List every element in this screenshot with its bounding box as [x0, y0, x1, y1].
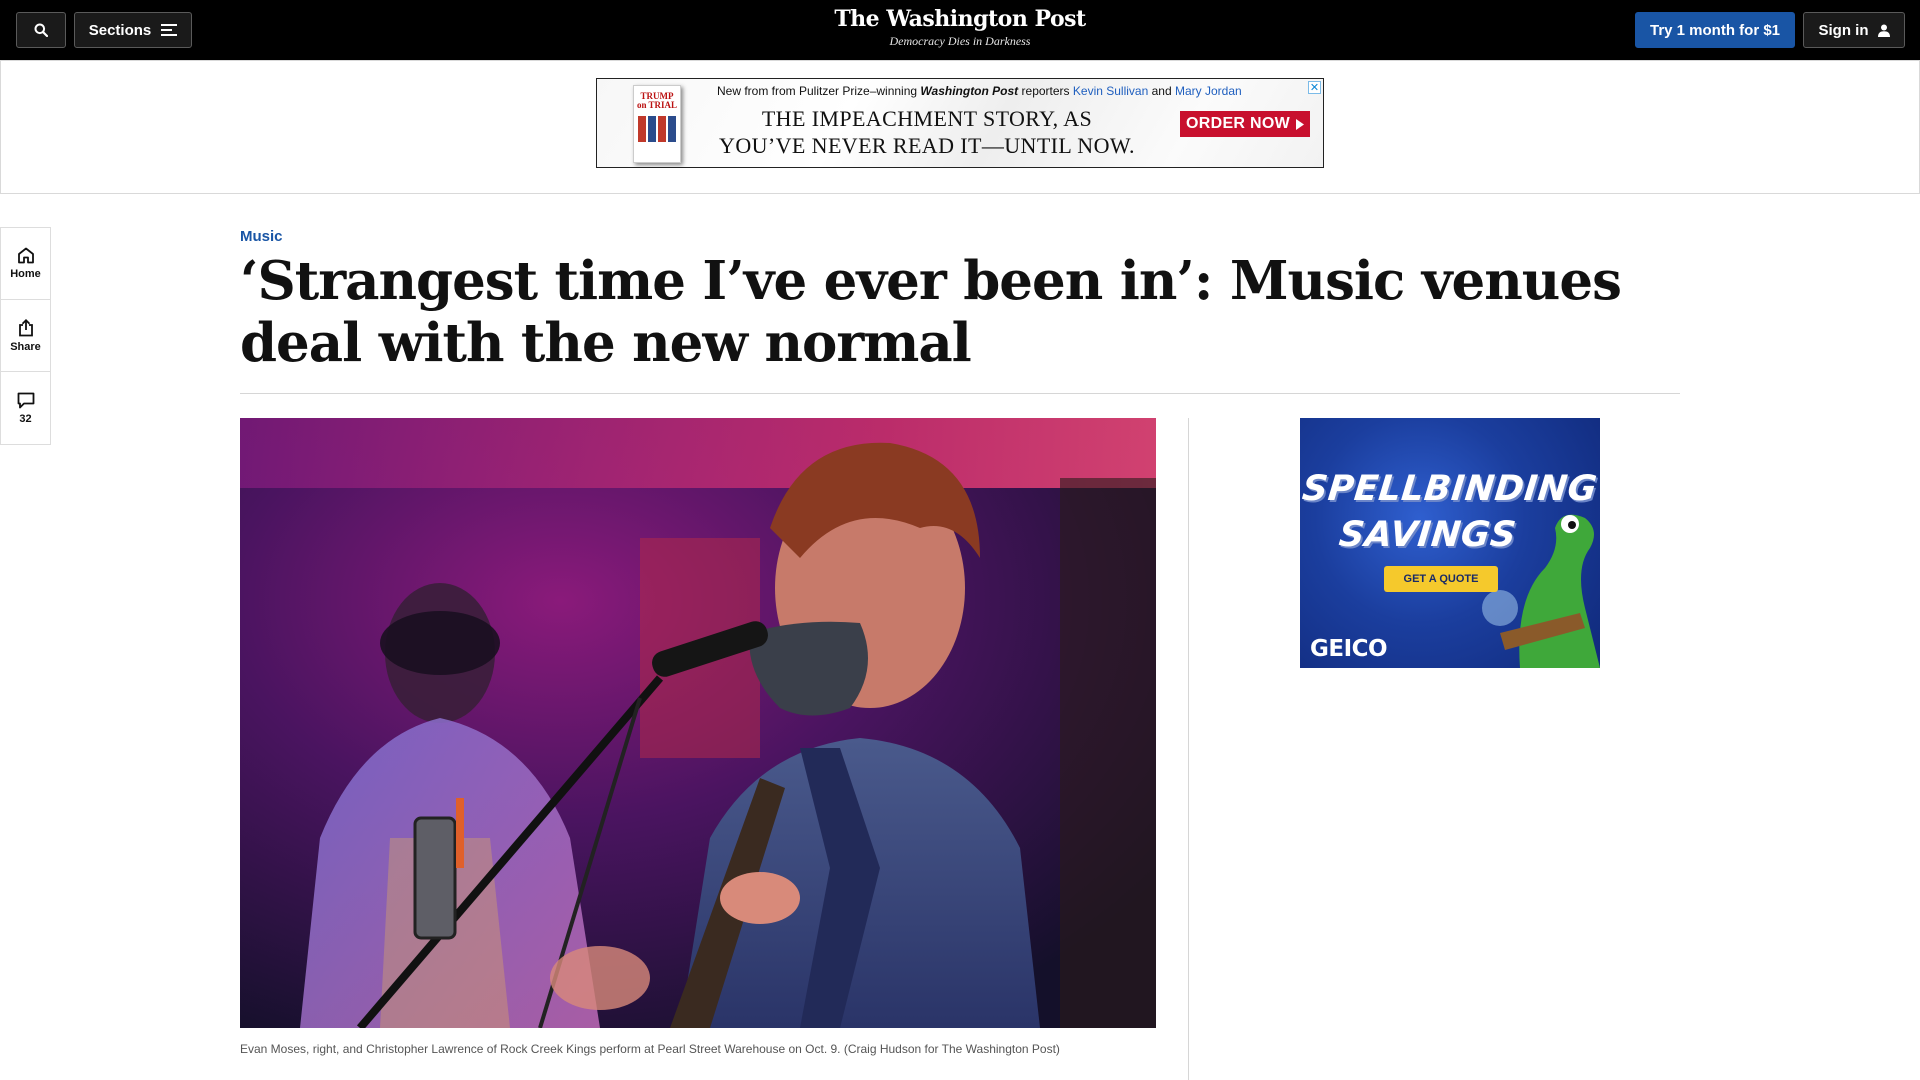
sections-label: Sections — [88, 21, 152, 39]
column-divider — [1188, 418, 1189, 1080]
share-label: Share — [10, 340, 41, 353]
side-ad-headline-line-2: SAVINGS — [1337, 515, 1519, 555]
headline-divider — [240, 393, 1680, 394]
home-label: Home — [10, 268, 41, 280]
play-arrow-icon — [1296, 118, 1305, 130]
site-tagline: Democracy Dies in Darkness — [889, 34, 1031, 48]
sign-in-button[interactable]: Sign in — [1803, 12, 1905, 48]
ad-promo-and: and — [1151, 84, 1172, 98]
home-icon — [17, 247, 34, 264]
ad-promo-line: New from from Pulitzer Prize–winning Was… — [717, 84, 1277, 98]
ad-headline: THE IMPEACHMENT STORY, AS YOU’VE NEVER R… — [707, 105, 1147, 159]
site-logo[interactable]: The Washington Post — [760, 6, 1160, 32]
side-ad-headline: SPELLBINDING SAVINGS — [1300, 466, 1599, 558]
user-icon — [1877, 24, 1890, 37]
comment-icon — [17, 392, 34, 408]
ad-headline-line-1: THE IMPEACHMENT STORY, AS — [761, 106, 1093, 131]
order-now-label: ORDER NOW — [1185, 115, 1291, 132]
book-title: TRUMP on TRIAL — [634, 92, 680, 110]
photo-caption: Evan Moses, right, and Christopher Lawre… — [240, 1042, 1060, 1056]
leaderboard-ad[interactable]: ✕ TRUMP on TRIAL New from from Pulitzer … — [596, 78, 1324, 168]
comments-count: 32 — [19, 412, 32, 425]
ad-author-1: Kevin Sullivan — [1072, 84, 1149, 98]
geico-logo: GEICO — [1310, 636, 1388, 662]
get-a-quote-button[interactable]: GET A QUOTE — [1384, 566, 1498, 592]
sign-in-label: Sign in — [1818, 21, 1869, 39]
ad-promo-middle: reporters — [1021, 84, 1070, 98]
masthead[interactable]: The Washington Post Democracy Dies in Da… — [760, 6, 1160, 49]
ad-headline-line-2: YOU’VE NEVER READ IT—UNTIL NOW. — [719, 133, 1135, 158]
section-kicker-link[interactable]: Music — [240, 228, 283, 245]
share-icon — [18, 318, 33, 336]
ad-promo-brand: Washington Post — [920, 84, 1019, 98]
article-lead-photo[interactable] — [240, 418, 1156, 1028]
ad-close-button[interactable]: ✕ — [1308, 81, 1321, 94]
book-title-line-2: on TRIAL — [636, 100, 678, 110]
geico-side-ad[interactable]: SPELLBINDING SAVINGS GET A QUOTE GEICO — [1300, 418, 1600, 668]
subscribe-label: Try 1 month for $1 — [1649, 21, 1781, 39]
book-cover-image: TRUMP on TRIAL — [633, 85, 681, 163]
side-ad-headline-line-1: SPELLBINDING — [1300, 469, 1599, 509]
search-icon — [34, 23, 48, 37]
top-navigation-bar: Sections The Washington Post Democracy D… — [0, 0, 1920, 60]
comments-button[interactable]: 32 — [1, 372, 50, 444]
book-cover-art — [634, 116, 680, 142]
ad-promo-prefix: New from from Pulitzer Prize–winning — [717, 84, 918, 98]
concert-photo-illustration — [240, 418, 1156, 1028]
article-headline: ‘Strangest time I’ve ever been in’: Musi… — [240, 250, 1622, 374]
subscribe-button[interactable]: Try 1 month for $1 — [1635, 12, 1795, 48]
home-button[interactable]: Home — [1, 228, 50, 300]
sections-button[interactable]: Sections — [74, 12, 192, 48]
search-button[interactable] — [16, 12, 66, 48]
order-now-button[interactable]: ORDER NOW — [1180, 111, 1310, 137]
menu-icon — [161, 24, 178, 36]
ad-author-2: Mary Jordan — [1175, 84, 1242, 98]
left-action-rail: Home Share 32 — [0, 227, 51, 445]
share-button[interactable]: Share — [1, 300, 50, 372]
